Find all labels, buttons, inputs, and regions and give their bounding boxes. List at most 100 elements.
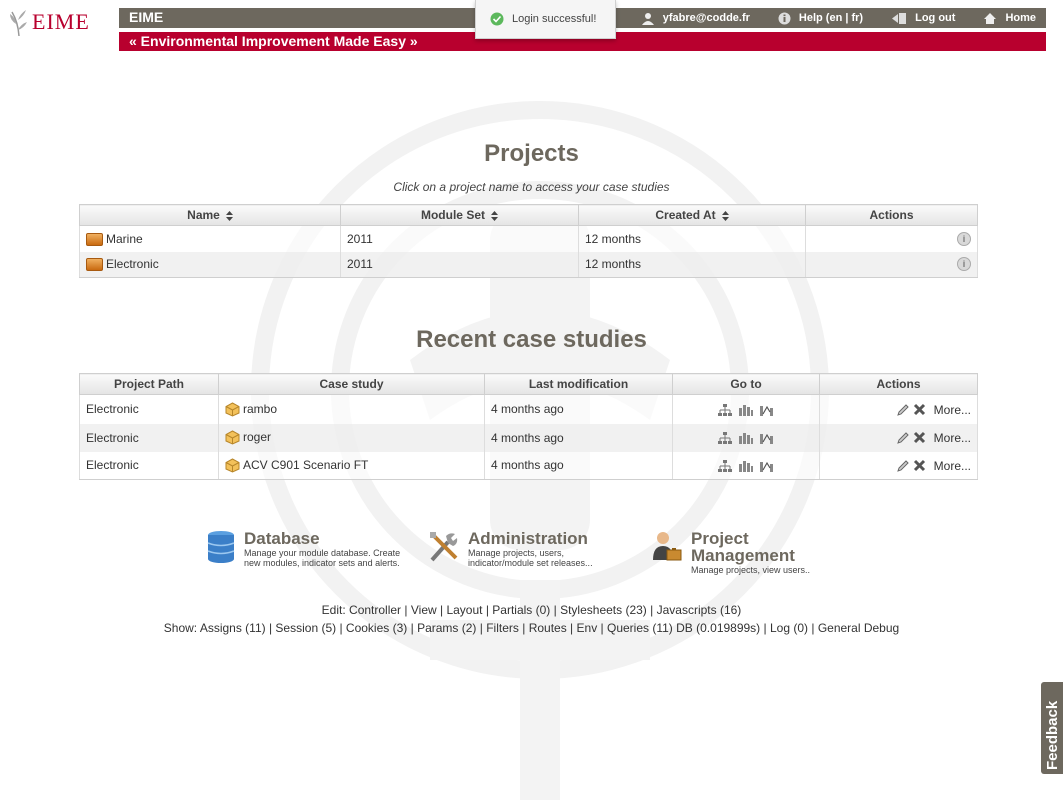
project-path-cell[interactable]: Electronic <box>79 394 219 424</box>
logo-text: EIME <box>32 9 90 34</box>
tree-icon[interactable] <box>717 459 733 473</box>
debug-link-view[interactable]: View <box>411 603 437 617</box>
bar-chart-icon[interactable] <box>738 431 754 445</box>
table-row: Electronic rambo 4 months ago More... <box>79 394 978 424</box>
more-link[interactable]: More... <box>934 431 971 445</box>
leaf-icon <box>10 10 27 37</box>
debug-link-cookies[interactable]: Cookies (3) <box>346 621 407 635</box>
debug-link-partials[interactable]: Partials (0) <box>492 603 550 617</box>
goto-cell <box>672 451 820 480</box>
delete-icon[interactable] <box>913 431 926 444</box>
table-row: Electronic 2011 12 months i <box>79 251 978 278</box>
sort-icon <box>491 210 498 221</box>
col-case-study: Case study <box>218 373 485 395</box>
col-created-at[interactable]: Created At <box>578 204 806 226</box>
table-row: Marine 2011 12 months i <box>79 225 978 252</box>
more-link[interactable]: More... <box>934 403 971 417</box>
folder-icon <box>86 232 103 246</box>
debug-link-queries[interactable]: Queries (11) DB (0.019899s) <box>607 621 760 635</box>
actions-cell: More... <box>819 423 978 452</box>
goto-cell <box>672 394 820 424</box>
folder-icon <box>86 258 103 272</box>
debug-link-filters[interactable]: Filters <box>486 621 519 635</box>
logout-link[interactable]: Log out <box>891 12 955 25</box>
cube-icon <box>225 430 240 445</box>
project-name-cell[interactable]: Marine <box>79 225 341 252</box>
project-path-cell[interactable]: Electronic <box>79 451 219 480</box>
created-at-cell: 12 months <box>578 251 806 278</box>
delete-icon[interactable] <box>913 459 926 472</box>
toast-message: Login successful! <box>512 13 597 25</box>
debug-link-general-debug[interactable]: General Debug <box>818 621 899 635</box>
manager-icon <box>653 532 682 561</box>
actions-cell: More... <box>819 394 978 424</box>
sort-icon <box>225 210 233 221</box>
actions-cell: More... <box>819 451 978 480</box>
table-row: Electronic ACV C901 Scenario FT 4 months… <box>79 451 978 480</box>
delete-icon[interactable] <box>913 403 926 416</box>
case-study-cell[interactable]: rambo <box>218 394 485 424</box>
comparison-chart-icon[interactable] <box>759 403 775 417</box>
col-module-set[interactable]: Module Set <box>340 204 579 226</box>
administration-title: Administration <box>468 529 588 548</box>
tree-icon[interactable] <box>717 431 733 445</box>
administration-desc: Manage projects, users, indicator/module… <box>468 548 593 568</box>
user-email: yfabre@codde.fr <box>662 12 750 24</box>
module-set-cell: 2011 <box>340 225 579 252</box>
tagline: « Environmental Improvement Made Easy » <box>129 33 418 49</box>
logout-icon <box>892 12 907 24</box>
help-label: Help (en | fr) <box>798 12 864 24</box>
info-icon[interactable]: i <box>957 231 971 246</box>
debug-link-controller[interactable]: Controller <box>349 603 401 617</box>
cube-icon <box>225 402 240 417</box>
eime-logo[interactable]: EIME <box>8 6 90 38</box>
project-name-cell[interactable]: Electronic <box>79 251 341 278</box>
tools-icon <box>430 532 458 562</box>
administration-shortcut[interactable]: Administration Manage projects, users, i… <box>428 530 638 568</box>
case-study-cell[interactable]: roger <box>218 423 485 452</box>
debug-link-session[interactable]: Session (5) <box>275 621 336 635</box>
module-set-cell: 2011 <box>340 251 579 278</box>
project-management-shortcut[interactable]: Project Management Manage projects, view… <box>651 530 831 575</box>
tree-icon[interactable] <box>717 403 733 417</box>
project-management-title: Project Management <box>691 529 795 565</box>
feedback-tab[interactable]: Feedback <box>1041 682 1063 774</box>
more-link[interactable]: More... <box>934 459 971 473</box>
comparison-chart-icon[interactable] <box>759 459 775 473</box>
recent-title: Recent case studies <box>416 326 647 353</box>
projects-table: Name Module Set Created At Actions Marin… <box>79 204 978 278</box>
project-path-cell[interactable]: Electronic <box>79 423 219 452</box>
debug-link-assigns[interactable]: Assigns (11) <box>200 621 266 635</box>
debug-link-params[interactable]: Params (2) <box>417 621 476 635</box>
debug-link-log[interactable]: Log (0) <box>770 621 808 635</box>
col-name[interactable]: Name <box>79 204 341 226</box>
database-shortcut[interactable]: Database Manage your module database. Cr… <box>206 530 406 568</box>
debug-link-env[interactable]: Env <box>577 621 598 635</box>
login-toast[interactable]: Login successful! <box>475 0 616 39</box>
home-icon <box>984 12 997 24</box>
pencil-icon[interactable] <box>896 431 910 445</box>
goto-cell <box>672 423 820 452</box>
help-icon <box>778 12 791 24</box>
debug-link-layout[interactable]: Layout <box>446 603 482 617</box>
bar-chart-icon[interactable] <box>738 459 754 473</box>
projects-title: Projects <box>484 140 579 167</box>
col-last-modification: Last modification <box>484 373 673 395</box>
database-icon <box>207 531 235 563</box>
debug-link-routes[interactable]: Routes <box>529 621 567 635</box>
bar-chart-icon[interactable] <box>738 403 754 417</box>
pencil-icon[interactable] <box>896 459 910 473</box>
pencil-icon[interactable] <box>896 403 910 417</box>
user-link[interactable]: yfabre@codde.fr <box>641 11 750 25</box>
project-management-desc: Manage projects, view users.. <box>691 565 811 575</box>
feedback-label: Feedback <box>1044 700 1061 770</box>
recent-table: Project Path Case study Last modificatio… <box>79 373 978 480</box>
debug-link-javascripts[interactable]: Javascripts (16) <box>657 603 742 617</box>
debug-link-stylesheets[interactable]: Stylesheets (23) <box>560 603 647 617</box>
info-icon[interactable]: i <box>957 257 971 272</box>
home-link[interactable]: Home <box>983 12 1036 25</box>
case-study-cell[interactable]: ACV C901 Scenario FT <box>218 451 485 480</box>
comparison-chart-icon[interactable] <box>759 431 775 445</box>
col-project-path: Project Path <box>79 373 219 395</box>
help-link[interactable]: Help (en | fr) <box>778 12 863 25</box>
